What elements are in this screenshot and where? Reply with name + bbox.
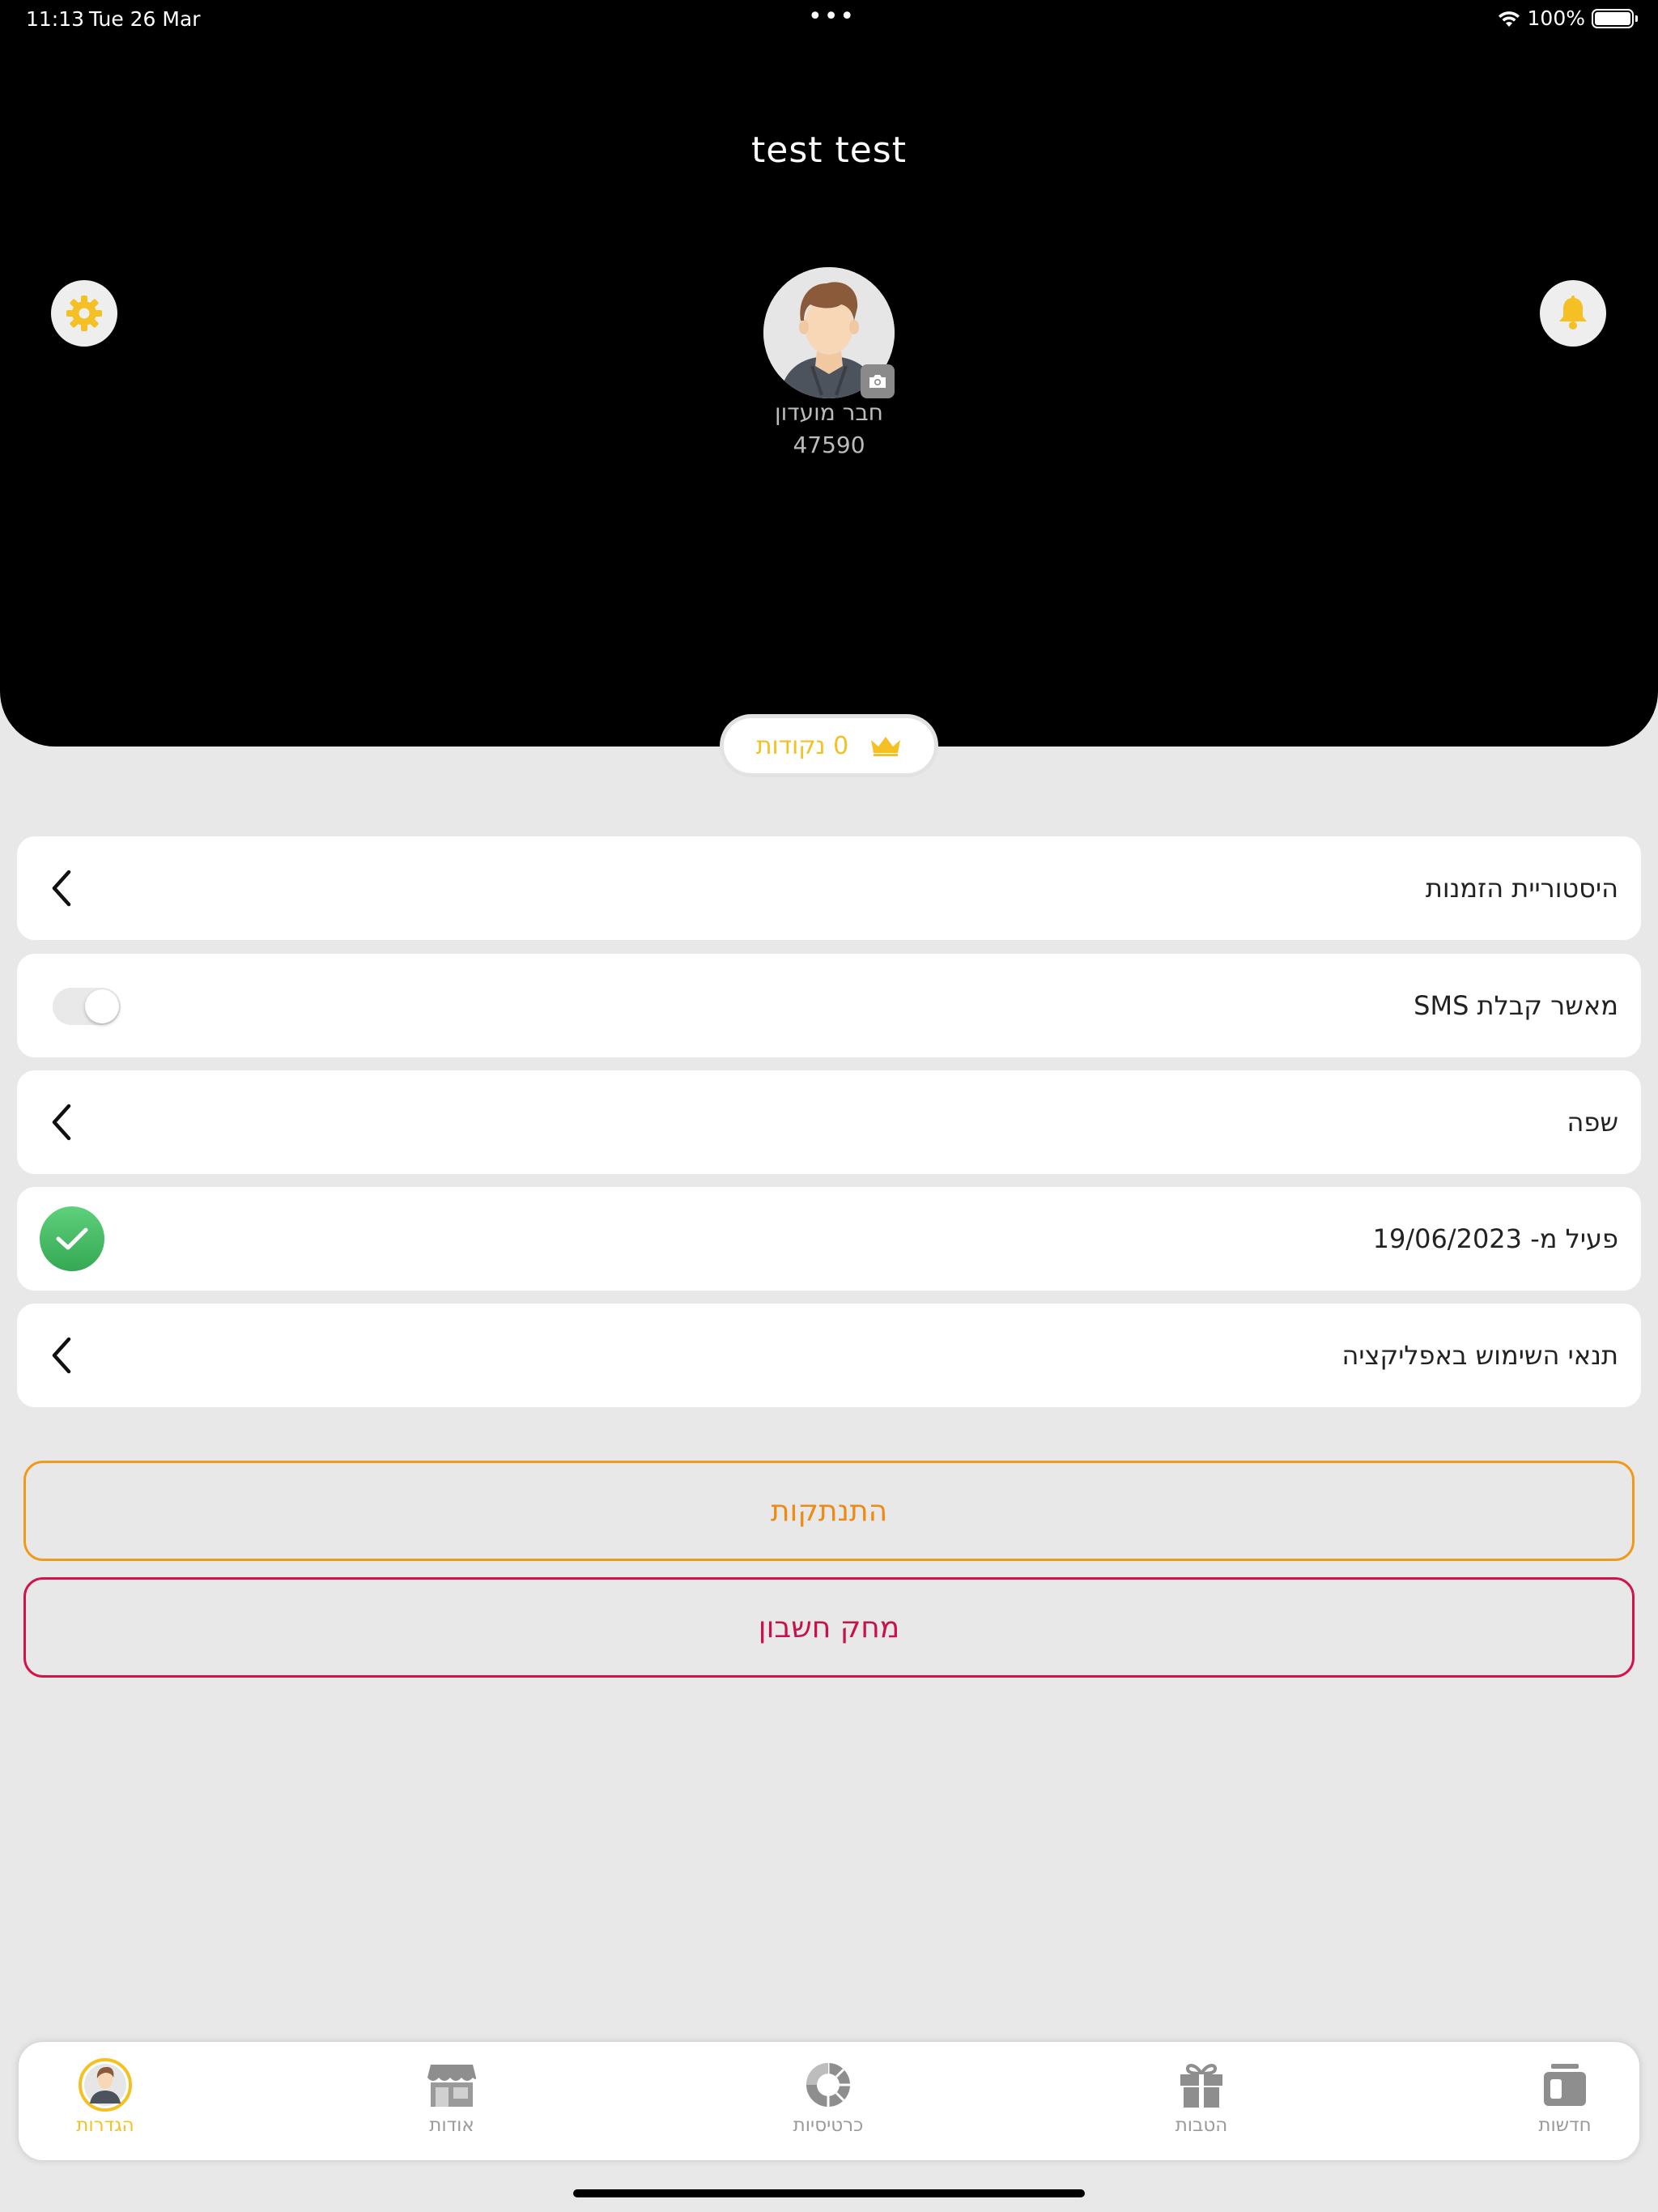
multitasking-dots[interactable]: ••• (808, 2, 856, 31)
gift-icon (1180, 2064, 1222, 2108)
status-indicators: 100% (1497, 6, 1638, 30)
chevron-left-icon (52, 1104, 71, 1141)
language-row[interactable]: שפה (17, 1070, 1641, 1174)
tab-settings-label: הגדרות (76, 2115, 134, 2136)
wifi-icon (1498, 11, 1520, 27)
tab-bar: הגדרות אודות כרטיסיות הטבות חדשות (19, 2042, 1639, 2160)
punch-card-icon (806, 2063, 850, 2107)
delete-account-button[interactable]: מחק חשבון (23, 1577, 1635, 1678)
active-since-label: פעיל מ- 19/06/2023 (1372, 1223, 1618, 1254)
membership-label: חבר מועדון (775, 399, 883, 426)
tab-punch-cards-label: כרטיסיות (793, 2115, 864, 2136)
camera-icon (869, 375, 886, 388)
bell-icon (1559, 296, 1587, 330)
tab-about-label: אודות (429, 2115, 474, 2136)
tab-news[interactable]: חדשות (1468, 2042, 1658, 2160)
terms-of-use-row[interactable]: תנאי השימוש באפליקציה (17, 1304, 1641, 1407)
order-history-label: היסטוריית הזמנות (1425, 873, 1618, 904)
checkmark-icon (56, 1227, 88, 1250)
status-bar: 11:13 Tue 26 Mar ••• 100% (0, 0, 1658, 39)
battery-icon (1592, 8, 1638, 28)
sms-consent-label: מאשר קבלת SMS (1414, 990, 1618, 1021)
notifications-button[interactable] (1540, 280, 1606, 347)
crown-icon (871, 737, 901, 756)
gear-icon (66, 296, 102, 331)
status-time: 11:13 (26, 7, 85, 31)
terms-of-use-label: תנאי השימוש באפליקציה (1341, 1340, 1618, 1371)
settings-button[interactable] (51, 280, 117, 347)
sms-consent-toggle[interactable] (53, 988, 121, 1025)
change-photo-button[interactable] (861, 364, 895, 398)
home-indicator[interactable] (573, 2189, 1085, 2197)
chevron-left-icon (52, 870, 71, 907)
active-since-row: פעיל מ- 19/06/2023 (17, 1187, 1641, 1291)
store-icon (427, 2065, 476, 2107)
verified-badge (40, 1206, 104, 1271)
order-history-row[interactable]: היסטוריית הזמנות (17, 836, 1641, 940)
profile-header: 11:13 Tue 26 Mar ••• 100% test test חבר … (0, 0, 1658, 747)
chevron-left-icon (52, 1337, 71, 1374)
sms-consent-row: מאשר קבלת SMS (17, 954, 1641, 1057)
status-date: Tue 26 Mar (89, 7, 201, 31)
language-label: שפה (1567, 1107, 1618, 1138)
user-name: test test (751, 130, 907, 171)
tab-about[interactable]: אודות (355, 2042, 549, 2160)
tab-benefits[interactable]: הטבות (1104, 2042, 1299, 2160)
battery-percent: 100% (1527, 6, 1585, 30)
member-number: 47590 (793, 432, 865, 458)
tab-punch-cards[interactable]: כרטיסיות (731, 2042, 925, 2160)
profile-icon (79, 2058, 132, 2112)
tab-settings[interactable]: הגדרות (8, 2042, 202, 2160)
tab-news-label: חדשות (1538, 2115, 1592, 2136)
points-badge[interactable]: 0 נקודות (720, 714, 938, 777)
logout-button[interactable]: התנתקות (23, 1461, 1635, 1561)
news-icon (1544, 2064, 1586, 2106)
tab-benefits-label: הטבות (1175, 2115, 1228, 2136)
points-text: 0 נקודות (755, 731, 849, 760)
